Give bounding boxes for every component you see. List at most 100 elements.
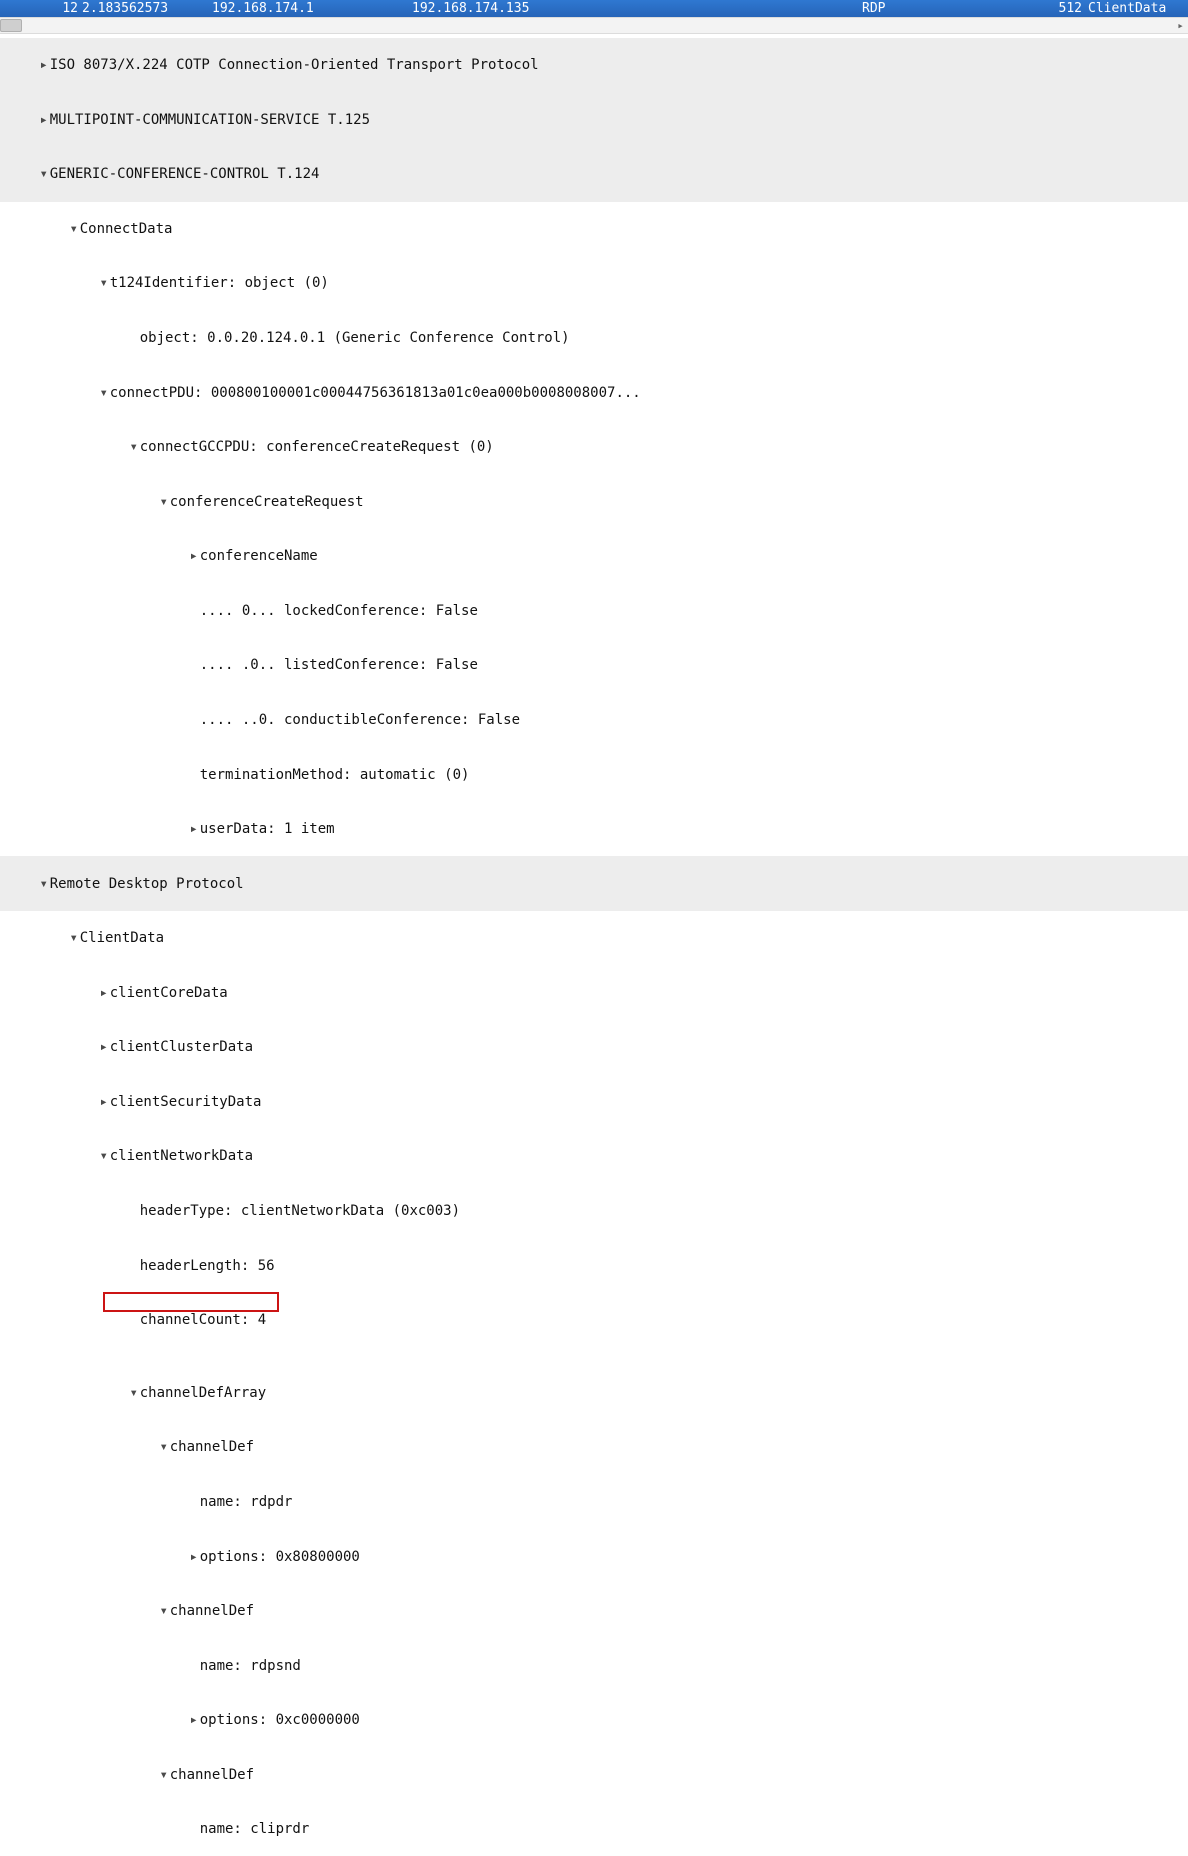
tree-label: channelDef [170, 1603, 254, 1619]
packet-list-selected-row[interactable]: 12 2.183562573 192.168.174.1 192.168.174… [0, 0, 1188, 17]
tree-item-cotp[interactable]: ▸ISO 8073/X.224 COTP Connection-Oriented… [0, 38, 1188, 93]
tree-label: terminationMethod: automatic (0) [200, 767, 470, 783]
tree-item-channeldefarray[interactable]: ▾channelDefArray [0, 1366, 1188, 1421]
collapse-icon[interactable]: ▾ [158, 1602, 170, 1620]
tree-item-connectpdu[interactable]: ▾connectPDU: 000800100001c00044756361813… [0, 365, 1188, 420]
tree-label: channelDefArray [140, 1385, 266, 1401]
expand-icon[interactable]: ▸ [188, 1548, 200, 1566]
collapse-icon[interactable]: ▾ [98, 274, 110, 292]
collapse-icon[interactable]: ▾ [158, 1766, 170, 1784]
tree-item-lockedconference[interactable]: ▸.... 0... lockedConference: False [0, 584, 1188, 639]
tree-item-clientclusterdata[interactable]: ▸clientClusterData [0, 1020, 1188, 1075]
tree-label: headerType: clientNetworkData (0xc003) [140, 1203, 460, 1219]
collapse-icon[interactable]: ▾ [38, 875, 50, 893]
tree-item-connectgccpdu[interactable]: ▾connectGCCPDU: conferenceCreateRequest … [0, 420, 1188, 475]
highlight-channel-count [103, 1292, 279, 1312]
tree-label: name: rdpsnd [200, 1658, 301, 1674]
collapse-icon[interactable]: ▾ [68, 929, 80, 947]
tree-item-connectdata[interactable]: ▾ConnectData [0, 202, 1188, 257]
tree-label: .... .0.. listedConference: False [200, 657, 478, 673]
collapse-icon[interactable]: ▾ [68, 220, 80, 238]
expand-icon[interactable]: ▸ [38, 111, 50, 129]
packet-list-hscrollbar[interactable]: ◂ ▸ [0, 17, 1188, 34]
tree-item-channeldef-1-options[interactable]: ▸options: 0xc0000000 [0, 1693, 1188, 1748]
tree-label: connectPDU: 000800100001c00044756361813a… [110, 385, 641, 401]
expand-icon[interactable]: ▸ [188, 1711, 200, 1729]
tree-label: options: 0xc0000000 [200, 1712, 360, 1728]
tree-item-channeldef-2-name[interactable]: ▸name: cliprdr [0, 1802, 1188, 1856]
tree-label: options: 0x80800000 [200, 1549, 360, 1565]
spacer-icon: ▸ [128, 1311, 140, 1329]
spacer-icon: ▸ [188, 1493, 200, 1511]
tree-item-channeldef-0[interactable]: ▾channelDef [0, 1420, 1188, 1475]
tree-label: clientCoreData [110, 985, 228, 1001]
tree-item-channeldef-0-options[interactable]: ▸options: 0x80800000 [0, 1529, 1188, 1584]
tree-item-conferencename[interactable]: ▸conferenceName [0, 529, 1188, 584]
spacer-icon: ▸ [188, 1657, 200, 1675]
tree-item-terminationmethod[interactable]: ▸terminationMethod: automatic (0) [0, 747, 1188, 802]
expand-icon[interactable]: ▸ [38, 56, 50, 74]
tree-label: conferenceName [200, 548, 318, 564]
expand-icon[interactable]: ▸ [98, 1038, 110, 1056]
collapse-icon[interactable]: ▾ [128, 438, 140, 456]
tree-item-object[interactable]: ▸object: 0.0.20.124.0.1 (Generic Confere… [0, 311, 1188, 366]
tree-item-headertype[interactable]: ▸headerType: clientNetworkData (0xc003) [0, 1184, 1188, 1239]
tree-item-channeldef-2[interactable]: ▾channelDef [0, 1748, 1188, 1803]
tree-item-clientsecuritydata[interactable]: ▸clientSecurityData [0, 1075, 1188, 1130]
tree-item-headerlength[interactable]: ▸headerLength: 56 [0, 1238, 1188, 1293]
tree-item-t124identifier[interactable]: ▾t124Identifier: object (0) [0, 256, 1188, 311]
tree-item-channelcount[interactable]: ▸channelCount: 4 [0, 1293, 1188, 1366]
tree-item-t125[interactable]: ▸MULTIPOINT-COMMUNICATION-SERVICE T.125 [0, 93, 1188, 148]
col-info: ClientData [1082, 0, 1166, 17]
spacer-icon: ▸ [188, 656, 200, 674]
collapse-icon[interactable]: ▾ [98, 384, 110, 402]
tree-item-channeldef-1[interactable]: ▾channelDef [0, 1584, 1188, 1639]
tree-label: object: 0.0.20.124.0.1 (Generic Conferen… [140, 330, 570, 346]
tree-item-clientcoredata[interactable]: ▸clientCoreData [0, 966, 1188, 1021]
tree-label: clientClusterData [110, 1039, 253, 1055]
tree-label: connectGCCPDU: conferenceCreateRequest (… [140, 439, 494, 455]
expand-icon[interactable]: ▸ [98, 984, 110, 1002]
collapse-icon[interactable]: ▾ [158, 1438, 170, 1456]
col-number: 12 [6, 0, 78, 17]
tree-item-channeldef-0-name[interactable]: ▸name: rdpdr [0, 1475, 1188, 1530]
tree-item-channeldef-1-name[interactable]: ▸name: rdpsnd [0, 1639, 1188, 1694]
tree-label: conferenceCreateRequest [170, 494, 364, 510]
expand-icon[interactable]: ▸ [188, 547, 200, 565]
tree-item-rdp[interactable]: ▾Remote Desktop Protocol [0, 856, 1188, 911]
packet-details-tree[interactable]: ▸ISO 8073/X.224 COTP Connection-Oriented… [0, 34, 1188, 1856]
tree-item-listedconference[interactable]: ▸.... .0.. listedConference: False [0, 638, 1188, 693]
collapse-icon[interactable]: ▾ [98, 1147, 110, 1165]
tree-label: .... 0... lockedConference: False [200, 603, 478, 619]
spacer-icon: ▸ [128, 329, 140, 347]
tree-label: clientSecurityData [110, 1094, 262, 1110]
tree-item-conductibleconference[interactable]: ▸.... ..0. conductibleConference: False [0, 693, 1188, 748]
col-dest: 192.168.174.135 [412, 0, 862, 17]
tree-label: name: rdpdr [200, 1494, 293, 1510]
collapse-icon[interactable]: ▾ [158, 493, 170, 511]
tree-label: channelDef [170, 1767, 254, 1783]
tree-label: channelCount: 4 [140, 1312, 266, 1328]
expand-icon[interactable]: ▸ [98, 1093, 110, 1111]
tree-item-clientnetworkdata[interactable]: ▾clientNetworkData [0, 1129, 1188, 1184]
tree-item-userdata[interactable]: ▸userData: 1 item [0, 802, 1188, 857]
tree-label: ClientData [80, 930, 164, 946]
tree-label: Remote Desktop Protocol [50, 876, 244, 892]
tree-item-clientdata[interactable]: ▾ClientData [0, 911, 1188, 966]
tree-label: name: cliprdr [200, 1821, 310, 1837]
tree-label: MULTIPOINT-COMMUNICATION-SERVICE T.125 [50, 112, 370, 128]
tree-item-conferencecreaterequest[interactable]: ▾conferenceCreateRequest [0, 475, 1188, 530]
collapse-icon[interactable]: ▾ [38, 165, 50, 183]
tree-label: t124Identifier: object (0) [110, 275, 329, 291]
tree-label: headerLength: 56 [140, 1258, 275, 1274]
tree-item-t124[interactable]: ▾GENERIC-CONFERENCE-CONTROL T.124 [0, 147, 1188, 202]
tree-label: ISO 8073/X.224 COTP Connection-Oriented … [50, 57, 539, 73]
col-proto: RDP [862, 0, 1022, 17]
col-time: 2.183562573 [78, 0, 212, 17]
collapse-icon[interactable]: ▾ [128, 1384, 140, 1402]
scroll-thumb[interactable] [0, 19, 22, 32]
col-length: 512 [1022, 0, 1082, 17]
expand-icon[interactable]: ▸ [188, 820, 200, 838]
scroll-right-icon[interactable]: ▸ [1173, 18, 1188, 33]
spacer-icon: ▸ [188, 602, 200, 620]
